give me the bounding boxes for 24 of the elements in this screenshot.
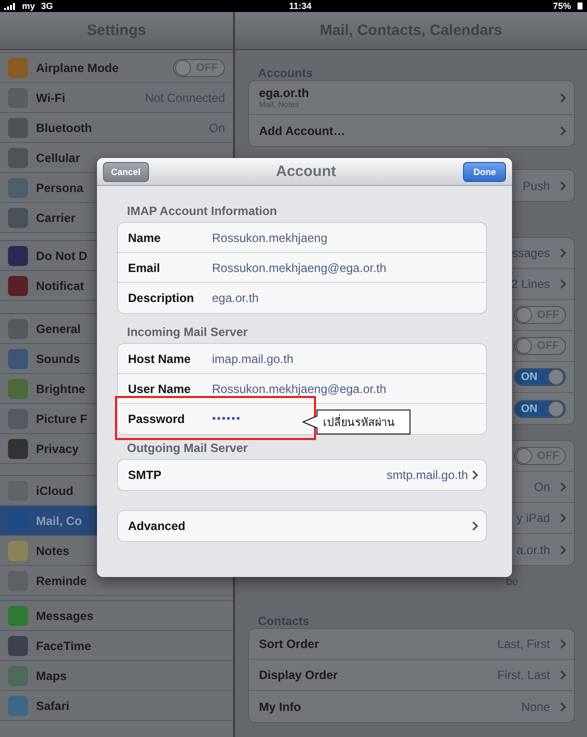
row-value: On [534, 480, 550, 494]
section-header: Incoming Mail Server [126, 325, 249, 341]
row-value: a.or.th [516, 542, 550, 556]
field-label: Email [128, 260, 162, 274]
field-label: Password [128, 412, 186, 426]
row-value: Push [522, 178, 550, 192]
field-label: Description [128, 291, 196, 305]
dialog-title: Account [276, 163, 336, 180]
callout-label: เปลี่ยนรหัสผ่าน [301, 409, 411, 435]
field-label: Advanced [128, 519, 186, 533]
section-header: Outgoing Mail Server [126, 441, 249, 457]
network-type: 3G [41, 1, 54, 11]
carrier-name: my [22, 1, 36, 11]
field-label: SMTP [128, 468, 162, 482]
row-value: First, Last [497, 668, 550, 682]
section-header: IMAP Account Information [126, 204, 278, 220]
battery-percent: 75% [552, 1, 571, 11]
field-label: Host Name [128, 352, 192, 366]
row-value: None [521, 700, 550, 714]
field-label: User Name [128, 382, 192, 396]
field-label: Name [128, 230, 162, 244]
clock: 11:34 [289, 1, 312, 11]
row-value: Last, First [497, 637, 550, 651]
row-value: ssages [512, 246, 550, 260]
